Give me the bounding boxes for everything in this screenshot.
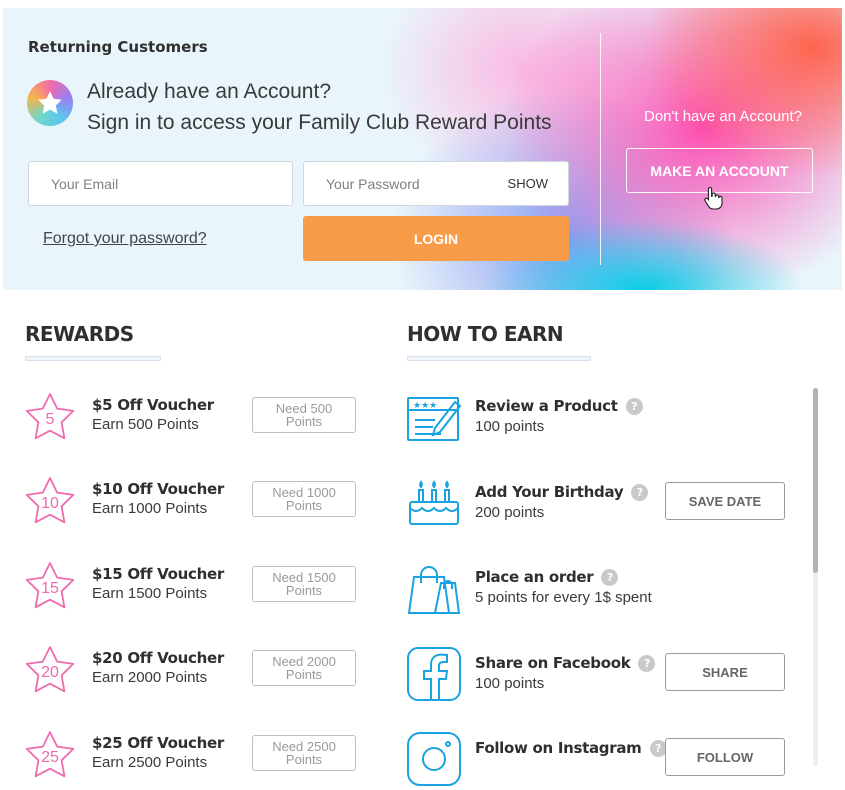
reward-badge-value: 15	[41, 580, 59, 597]
earn-title-text: Review a Product	[475, 397, 618, 415]
reward-star-icon: 20	[25, 646, 75, 693]
earn-title-text: Share on Facebook	[475, 654, 631, 672]
reward-badge-value: 5	[46, 411, 55, 428]
save-date-button[interactable]: SAVE DATE	[665, 482, 785, 520]
reward-subtitle: Earn 2500 Points	[92, 754, 208, 771]
need-points-badge: Need 2000 Points	[252, 650, 356, 686]
forgot-password-link[interactable]: Forgot your password?	[43, 230, 207, 248]
earn-title: Review a Product ?	[475, 397, 643, 415]
no-account-prompt: Don't have an Account?	[644, 108, 802, 125]
lead-line-1: Already have an Account?	[87, 80, 332, 103]
reward-subtitle: Earn 1500 Points	[92, 585, 208, 602]
reward-item: 25 $25 Off Voucher Earn 2500 Points Need…	[22, 728, 362, 788]
earn-subtitle: 200 points	[475, 504, 545, 521]
earn-title: Follow on Instagram ?	[475, 739, 667, 757]
shopping-bag-icon	[407, 566, 461, 614]
earn-subtitle: 5 points for every 1$ spent	[475, 589, 652, 606]
reward-title: $20 Off Voucher	[92, 649, 224, 667]
earn-title-text: Follow on Instagram	[475, 739, 642, 757]
email-field[interactable]	[28, 161, 293, 206]
help-icon[interactable]: ?	[601, 568, 619, 586]
review-icon: ★★★	[407, 397, 462, 441]
follow-button[interactable]: FOLLOW	[665, 738, 785, 776]
need-points-unit: Points	[285, 752, 323, 767]
need-points-unit: Points	[285, 583, 323, 598]
reward-item: 15 $15 Off Voucher Earn 1500 Points Need…	[22, 559, 362, 619]
reward-item: 10 $10 Off Voucher Earn 1000 Points Need…	[22, 474, 362, 534]
rewards-heading: REWARDS	[25, 322, 134, 346]
login-button[interactable]: LOGIN	[303, 216, 569, 261]
earn-title: Place an order ?	[475, 568, 619, 586]
need-points-unit: Points	[285, 667, 323, 682]
how-to-earn-heading: HOW TO EARN	[407, 322, 564, 346]
reward-title: $25 Off Voucher	[92, 734, 224, 752]
email-input[interactable]	[49, 174, 272, 193]
reward-title: $10 Off Voucher	[92, 480, 224, 498]
birthday-cake-icon	[409, 480, 459, 525]
help-icon[interactable]: ?	[649, 739, 667, 757]
sign-in-lead: Already have an Account? Sign in to acce…	[87, 76, 552, 138]
facebook-icon	[407, 647, 461, 701]
how-to-earn-heading-underline	[407, 356, 591, 361]
scrollbar-thumb[interactable]	[813, 388, 818, 573]
reward-star-icon: 10	[25, 477, 75, 524]
reward-title: $15 Off Voucher	[92, 565, 224, 583]
password-field[interactable]: SHOW	[303, 161, 569, 206]
reward-badge-value: 20	[41, 664, 59, 681]
help-icon[interactable]: ?	[625, 397, 643, 415]
need-points-unit: Points	[285, 498, 323, 513]
earn-item-facebook: Share on Facebook ? 100 points SHARE	[405, 645, 795, 705]
earn-item-order: Place an order ? 5 points for every 1$ s…	[405, 559, 795, 619]
star-logo-icon	[27, 80, 73, 126]
reward-badge-value: 10	[41, 495, 59, 512]
reward-badge-value: 25	[41, 749, 59, 766]
earn-title-text: Add Your Birthday	[475, 483, 624, 501]
earn-item-instagram: Follow on Instagram ? FOLLOW	[405, 730, 795, 790]
need-points-badge: Need 500 Points	[252, 397, 356, 433]
earn-subtitle: 100 points	[475, 675, 545, 692]
reward-item: 5 $5 Off Voucher Earn 500 Points Need 50…	[22, 390, 362, 450]
reward-title: $5 Off Voucher	[92, 396, 214, 414]
reward-subtitle: Earn 500 Points	[92, 416, 199, 433]
rewards-heading-underline	[25, 356, 161, 361]
earn-item-birthday: Add Your Birthday ? 200 points SAVE DATE	[405, 474, 795, 534]
password-input[interactable]	[324, 174, 508, 193]
reward-star-icon: 15	[25, 562, 75, 609]
help-icon[interactable]: ?	[638, 654, 656, 672]
share-button[interactable]: SHARE	[665, 653, 785, 691]
divider	[600, 33, 601, 265]
earn-subtitle: 100 points	[475, 418, 545, 435]
returning-customers-heading: Returning Customers	[28, 38, 208, 56]
show-password-button[interactable]: SHOW	[508, 176, 548, 191]
login-banner: Returning Customers Already have an Acco…	[3, 8, 842, 290]
reward-subtitle: Earn 2000 Points	[92, 669, 208, 686]
earn-title-text: Place an order	[475, 568, 594, 586]
hand-cursor-icon	[704, 186, 723, 210]
scrollbar[interactable]	[813, 388, 818, 766]
earn-item-review: ★★★ Review a Product ? 100 points	[405, 388, 795, 448]
reward-star-icon: 25	[25, 731, 75, 778]
svg-text:★★★: ★★★	[413, 401, 437, 411]
earn-title: Add Your Birthday ?	[475, 483, 649, 501]
lead-line-2: Sign in to access your Family Club Rewar…	[87, 111, 552, 134]
need-points-unit: Points	[285, 414, 323, 429]
need-points-badge: Need 1500 Points	[252, 566, 356, 602]
help-icon[interactable]: ?	[631, 483, 649, 501]
reward-item: 20 $20 Off Voucher Earn 2000 Points Need…	[22, 643, 362, 703]
reward-star-icon: 5	[25, 393, 75, 440]
instagram-icon	[407, 732, 461, 786]
need-points-badge: Need 1000 Points	[252, 481, 356, 517]
reward-subtitle: Earn 1000 Points	[92, 500, 208, 517]
earn-title: Share on Facebook ?	[475, 654, 656, 672]
